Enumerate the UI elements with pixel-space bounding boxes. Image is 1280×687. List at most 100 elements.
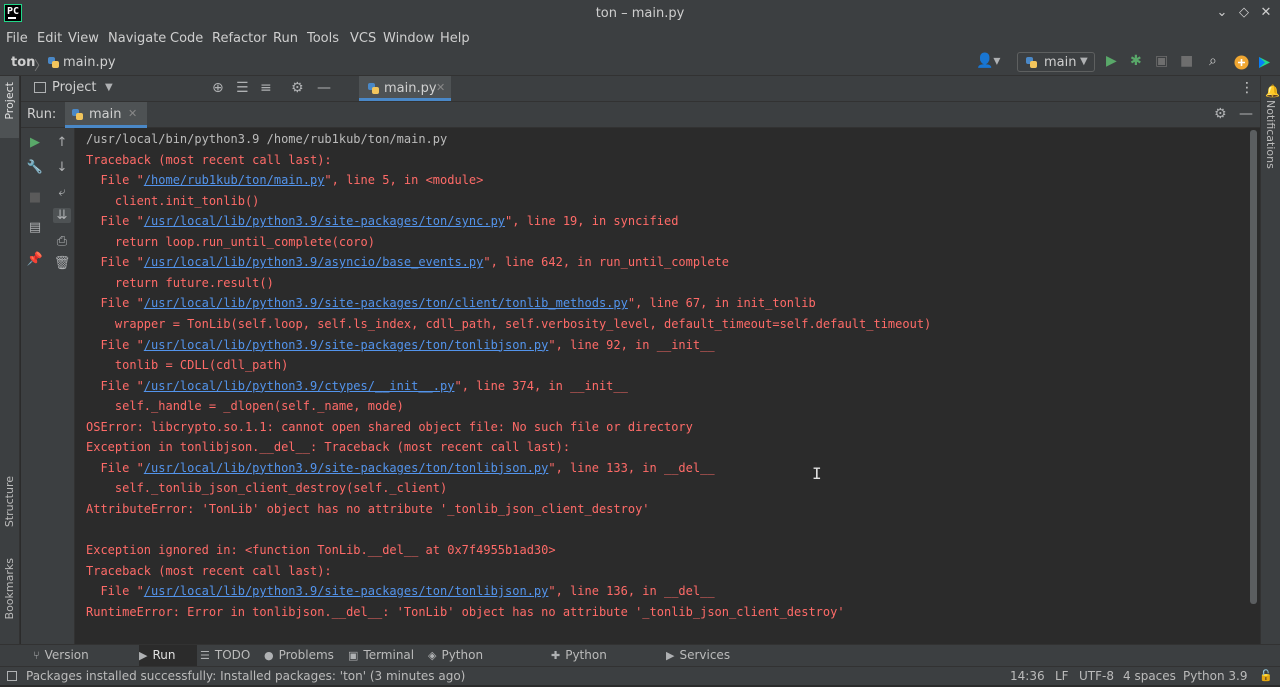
close-button[interactable]: ✕	[1258, 5, 1274, 20]
lock-icon[interactable]: 🔓	[1259, 669, 1273, 682]
file-link[interactable]: /home/rub1kub/ton/main.py	[144, 173, 325, 187]
tab-services[interactable]: ▶ Services	[666, 645, 736, 666]
file-link[interactable]: /usr/local/lib/python3.9/site-packages/t…	[144, 338, 549, 352]
menu-run[interactable]: Run	[273, 31, 298, 46]
console-output[interactable]: /usr/local/bin/python3.9 /home/rub1kub/t…	[76, 128, 1260, 644]
rerun-icon[interactable]: ▶	[26, 135, 44, 150]
hide-icon[interactable]: —	[1239, 106, 1253, 122]
coverage-icon[interactable]: ▣	[1155, 53, 1168, 69]
tab-run[interactable]: ▶ Run	[139, 645, 197, 666]
menu-tools[interactable]: Tools	[307, 31, 339, 46]
run-configuration-select[interactable]: main ▼	[1017, 52, 1095, 72]
user-icon[interactable]: 👤▾	[976, 53, 1000, 69]
project-panel-title[interactable]: Project	[52, 80, 96, 95]
menu-edit[interactable]: Edit	[37, 31, 62, 46]
menu-vcs[interactable]: VCS	[350, 31, 376, 46]
status-bar: Packages installed successfully: Install…	[0, 666, 1280, 685]
up-arrow-icon[interactable]: ↑	[53, 135, 71, 150]
console-text: self._handle = _dlopen(self._name, mode)	[86, 399, 404, 414]
chevron-down-icon[interactable]: ▼	[105, 82, 113, 93]
breadcrumb-project[interactable]: ton	[11, 55, 35, 70]
scroll-to-end-icon[interactable]: ⇊	[53, 208, 71, 223]
collapse-all-icon[interactable]: ≡	[260, 80, 272, 96]
chevron-down-icon: ▼	[1080, 56, 1088, 67]
run-toolbar-secondary: ↑ ↓ ⤶ ⇊ ⎙ 🗑	[48, 128, 75, 644]
menu-refactor[interactable]: Refactor	[212, 31, 267, 46]
file-encoding[interactable]: UTF-8	[1079, 669, 1114, 683]
expand-all-icon[interactable]: ☰	[236, 80, 249, 96]
navigation-bar: ton 〉 main.py 👤▾ main ▼ ▶ ✱ ▣ ■ ⌕	[0, 50, 1280, 76]
menu-file[interactable]: File	[6, 31, 28, 46]
console-line: return loop.run_until_complete(coro)	[86, 235, 375, 249]
menu-help[interactable]: Help	[440, 31, 470, 46]
debug-icon[interactable]: ✱	[1130, 53, 1142, 69]
gear-icon[interactable]: ⚙	[1214, 106, 1227, 122]
indent-setting[interactable]: 4 spaces	[1123, 669, 1176, 683]
layout-icon[interactable]: ▤	[26, 220, 44, 235]
console-text: ", line 5, in <module>	[324, 173, 484, 188]
python-interpreter[interactable]: Python 3.9	[1183, 669, 1248, 683]
run-tab-main[interactable]: main ✕	[65, 102, 147, 128]
file-link[interactable]: /usr/local/lib/python3.9/site-packages/t…	[144, 584, 549, 598]
close-tab-icon[interactable]: ✕	[128, 107, 137, 120]
console-text: Traceback (most recent call last):	[86, 563, 332, 578]
console-line: File "/usr/local/lib/python3.9/site-pack…	[86, 338, 714, 352]
console-line: Traceback (most recent call last):	[86, 564, 332, 578]
hide-icon[interactable]: —	[317, 80, 331, 96]
console-scrollbar[interactable]	[1250, 130, 1257, 604]
project-strip-tab[interactable]: Project	[0, 76, 19, 138]
file-link[interactable]: /usr/local/lib/python3.9/site-packages/t…	[144, 214, 505, 228]
status-message[interactable]: Packages installed successfully: Install…	[26, 669, 465, 683]
file-link[interactable]: /usr/local/lib/python3.9/ctypes/__init__…	[144, 379, 455, 393]
console-text: File "	[86, 296, 144, 311]
gear-icon[interactable]: ⚙	[291, 80, 304, 96]
run-icon[interactable]: ▶	[1106, 53, 1117, 69]
more-options-icon[interactable]: ⋮	[1240, 80, 1254, 96]
jetbrains-toolbox-icon[interactable]	[1257, 55, 1272, 70]
line-separator[interactable]: LF	[1055, 669, 1069, 683]
file-link[interactable]: /usr/local/lib/python3.9/site-packages/t…	[144, 461, 549, 475]
print-icon[interactable]: ⎙	[53, 234, 71, 249]
tab-problems[interactable]: ● Problems	[264, 645, 342, 666]
wrench-icon[interactable]: 🔧	[26, 160, 44, 175]
console-text: ", line 136, in __del__	[548, 584, 715, 599]
trash-icon[interactable]: 🗑	[53, 256, 71, 271]
structure-strip-label[interactable]: Structure	[3, 476, 16, 527]
console-text: Exception in tonlibjson.__del__: Traceba…	[86, 440, 571, 455]
menu-navigate[interactable]: Navigate	[108, 31, 166, 46]
menu-view[interactable]: View	[68, 31, 99, 46]
close-tab-icon[interactable]: ✕	[436, 81, 445, 94]
tool-windows-icon[interactable]	[7, 671, 17, 681]
breadcrumb-file[interactable]: main.py	[63, 55, 116, 70]
stop-icon[interactable]: ■	[26, 190, 44, 205]
console-text: self._tonlib_json_client_destroy(self._c…	[86, 481, 448, 496]
console-line: return future.result()	[86, 276, 274, 290]
tab-python-console[interactable]: ✚Python Console	[551, 645, 661, 683]
file-link[interactable]: /usr/local/lib/python3.9/asyncio/base_ev…	[144, 255, 484, 269]
tab-python-packages[interactable]: ◈Python Packages	[428, 645, 548, 683]
tab-version-control[interactable]: ⑂Version Control	[33, 645, 129, 683]
tab-todo[interactable]: ☰ TODO	[200, 645, 260, 666]
minimize-button[interactable]: ⌄	[1214, 5, 1230, 20]
updates-icon[interactable]	[1234, 55, 1249, 70]
bookmarks-strip-label[interactable]: Bookmarks	[3, 558, 16, 619]
caret-position[interactable]: 14:36	[1010, 669, 1045, 683]
pin-icon[interactable]: 📌	[26, 252, 44, 267]
search-icon[interactable]: ⌕	[1209, 53, 1217, 69]
file-link[interactable]: /usr/local/lib/python3.9/site-packages/t…	[144, 296, 628, 310]
menu-code[interactable]: Code	[170, 31, 203, 46]
down-arrow-icon[interactable]: ↓	[53, 160, 71, 175]
menu-window[interactable]: Window	[383, 31, 434, 46]
editor-tab-main-py[interactable]: main.py ✕	[359, 76, 451, 101]
right-tool-strip: 🔔 Notifications	[1260, 76, 1280, 644]
console-line: self._handle = _dlopen(self._name, mode)	[86, 399, 404, 413]
tab-terminal[interactable]: ▣ Terminal	[348, 645, 422, 666]
bell-icon[interactable]: 🔔	[1265, 84, 1280, 98]
soft-wrap-icon[interactable]: ⤶	[53, 185, 71, 200]
notifications-strip-label[interactable]: Notifications	[1264, 100, 1277, 169]
stop-icon[interactable]: ■	[1180, 53, 1193, 69]
maximize-button[interactable]: ◇	[1236, 5, 1252, 20]
locate-icon[interactable]: ⊕	[212, 80, 224, 96]
console-text: RuntimeError: Error in tonlibjson.__del_…	[86, 604, 845, 619]
console-line: self._tonlib_json_client_destroy(self._c…	[86, 481, 447, 495]
